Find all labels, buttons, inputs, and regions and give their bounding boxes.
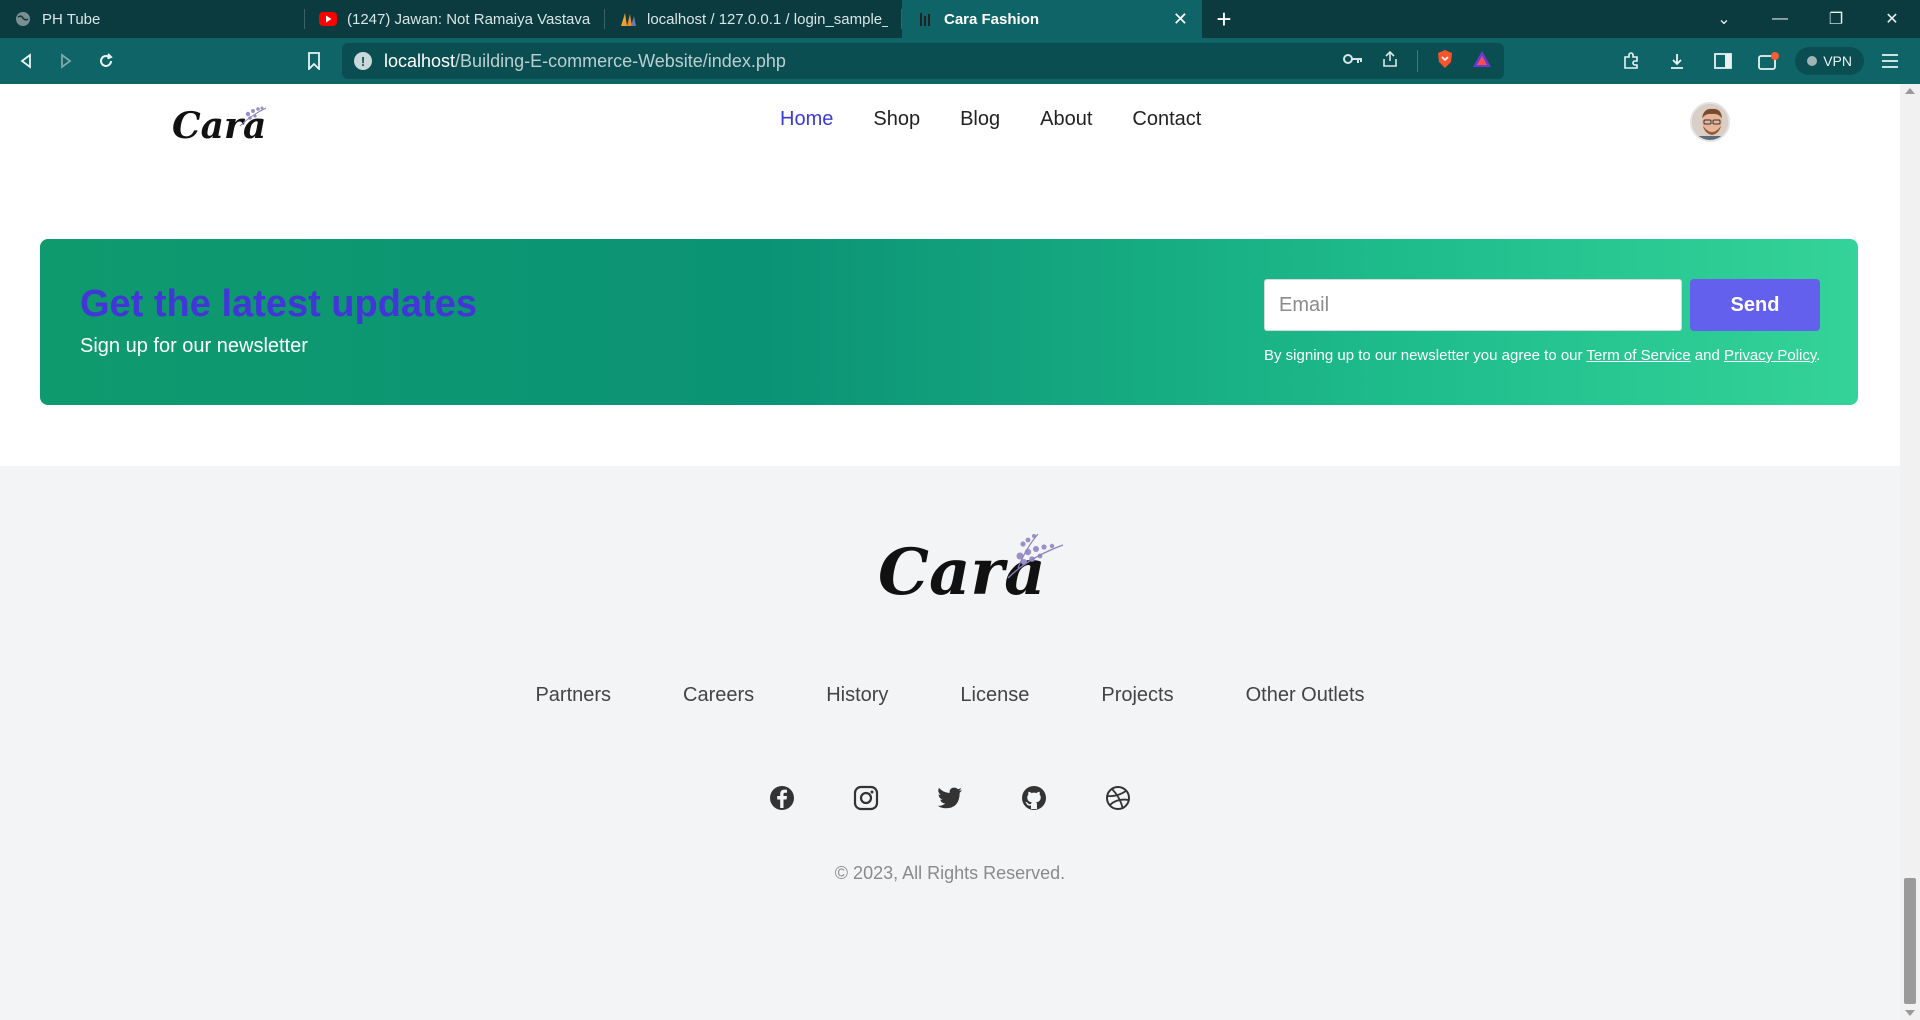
wallet-icon[interactable] — [1749, 41, 1789, 81]
footer-link-projects[interactable]: Projects — [1101, 684, 1173, 707]
minimize-button[interactable]: — — [1752, 10, 1808, 28]
tab-phpmyadmin[interactable]: localhost / 127.0.0.1 / login_sample_db — [605, 0, 902, 38]
new-tab-button[interactable]: + — [1202, 0, 1246, 38]
restore-button[interactable]: ❐ — [1808, 9, 1864, 29]
tab-title: (1247) Jawan: Not Ramaiya Vastavaiya — [347, 10, 591, 28]
facebook-icon[interactable] — [768, 784, 796, 812]
footer-link-partners[interactable]: Partners — [535, 684, 611, 707]
cara-icon — [916, 10, 934, 28]
avatar[interactable] — [1690, 102, 1730, 142]
key-icon[interactable] — [1343, 52, 1363, 70]
forward-icon[interactable] — [46, 41, 86, 81]
footer-link-other-outlets[interactable]: Other Outlets — [1246, 684, 1365, 707]
header-logo[interactable]: Cara — [170, 100, 270, 151]
tab-ph-tube[interactable]: PH Tube — [0, 0, 305, 38]
footer-logo[interactable]: Cara — [878, 528, 1078, 613]
newsletter-terms: By signing up to our newsletter you agre… — [1264, 347, 1820, 364]
terms-prefix: By signing up to our newsletter you agre… — [1264, 347, 1587, 364]
nav-shop[interactable]: Shop — [873, 108, 920, 131]
reload-icon[interactable] — [86, 41, 126, 81]
footer-link-history[interactable]: History — [826, 684, 888, 707]
site-footer: Cara Partners Careers History License Pr… — [0, 466, 1900, 1020]
terms-of-service-link[interactable]: Term of Service — [1586, 347, 1690, 364]
instagram-icon[interactable] — [852, 784, 880, 812]
scrollbar-thumb[interactable] — [1904, 878, 1916, 1004]
footer-link-license[interactable]: License — [960, 684, 1029, 707]
phpmyadmin-icon — [619, 10, 637, 28]
youtube-icon — [319, 10, 337, 28]
terms-mid: and — [1690, 347, 1724, 364]
tab-title: localhost / 127.0.0.1 / login_sample_db — [647, 10, 888, 28]
footer-links: Partners Careers History License Project… — [0, 684, 1900, 707]
nav-blog[interactable]: Blog — [960, 108, 1000, 131]
close-window-button[interactable]: ✕ — [1864, 9, 1920, 29]
tab-title: Cara Fashion — [944, 10, 1040, 28]
social-links — [0, 784, 1900, 812]
menu-icon[interactable] — [1870, 41, 1910, 81]
copyright-text: © 2023, All Rights Reserved. — [834, 863, 1066, 883]
main-nav: Home Shop Blog About Contact — [780, 108, 1201, 131]
bookmark-icon[interactable] — [294, 41, 334, 81]
share-icon[interactable] — [1381, 50, 1399, 73]
nav-contact[interactable]: Contact — [1132, 108, 1201, 131]
email-input[interactable] — [1264, 279, 1682, 331]
sidebar-icon[interactable] — [1703, 41, 1743, 81]
address-bar[interactable]: ! localhost/Building-E-commerce-Website/… — [342, 43, 1504, 79]
vpn-status-dot — [1807, 56, 1818, 66]
extensions-icon[interactable] — [1611, 41, 1651, 81]
github-icon[interactable] — [1020, 784, 1048, 812]
newsletter-subtitle: Sign up for our newsletter — [80, 335, 308, 357]
site-header: Cara Home Shop Blog About Contact — [0, 84, 1900, 164]
brave-shield-icon[interactable] — [1436, 49, 1454, 74]
page-scrollbar[interactable] — [1900, 84, 1920, 1020]
tab-cara-fashion[interactable]: Cara Fashion ✕ — [902, 0, 1202, 38]
browser-toolbar: ! localhost/Building-E-commerce-Website/… — [0, 38, 1920, 84]
footer-link-careers[interactable]: Careers — [683, 684, 754, 707]
dribbble-icon[interactable] — [1104, 784, 1132, 812]
scroll-up-arrow-icon[interactable] — [1905, 88, 1915, 94]
twitter-icon[interactable] — [936, 784, 964, 812]
terms-suffix: . — [1816, 347, 1821, 364]
newsletter-title: Get the latest updates — [80, 283, 477, 325]
browser-tab-bar: PH Tube (1247) Jawan: Not Ramaiya Vastav… — [0, 0, 1920, 38]
tab-youtube[interactable]: (1247) Jawan: Not Ramaiya Vastavaiya — [305, 0, 605, 38]
globe-icon — [14, 10, 32, 28]
page-viewport: Cara Home Shop Blog About Contact Get th… — [0, 84, 1920, 1020]
send-button[interactable]: Send — [1690, 279, 1820, 331]
brave-rewards-icon[interactable] — [1472, 50, 1492, 73]
privacy-policy-link[interactable]: Privacy Policy — [1724, 347, 1816, 364]
newsletter-section: Get the latest updates Sign up for our n… — [40, 239, 1858, 405]
footer-logo-text: Cara — [878, 535, 1046, 608]
vpn-button[interactable]: VPN — [1795, 47, 1864, 75]
close-icon[interactable]: ✕ — [1173, 9, 1188, 30]
back-icon[interactable] — [6, 41, 46, 81]
download-icon[interactable] — [1657, 41, 1697, 81]
vpn-label: VPN — [1823, 53, 1852, 69]
site-info-icon[interactable]: ! — [354, 52, 372, 70]
nav-about[interactable]: About — [1040, 108, 1092, 131]
nav-home[interactable]: Home — [780, 108, 833, 131]
url-text: localhost/Building-E-commerce-Website/in… — [384, 50, 786, 71]
tab-title: PH Tube — [42, 10, 101, 28]
scroll-down-arrow-icon[interactable] — [1905, 1010, 1915, 1016]
tab-list-chevron-icon[interactable]: ⌄ — [1696, 9, 1752, 29]
